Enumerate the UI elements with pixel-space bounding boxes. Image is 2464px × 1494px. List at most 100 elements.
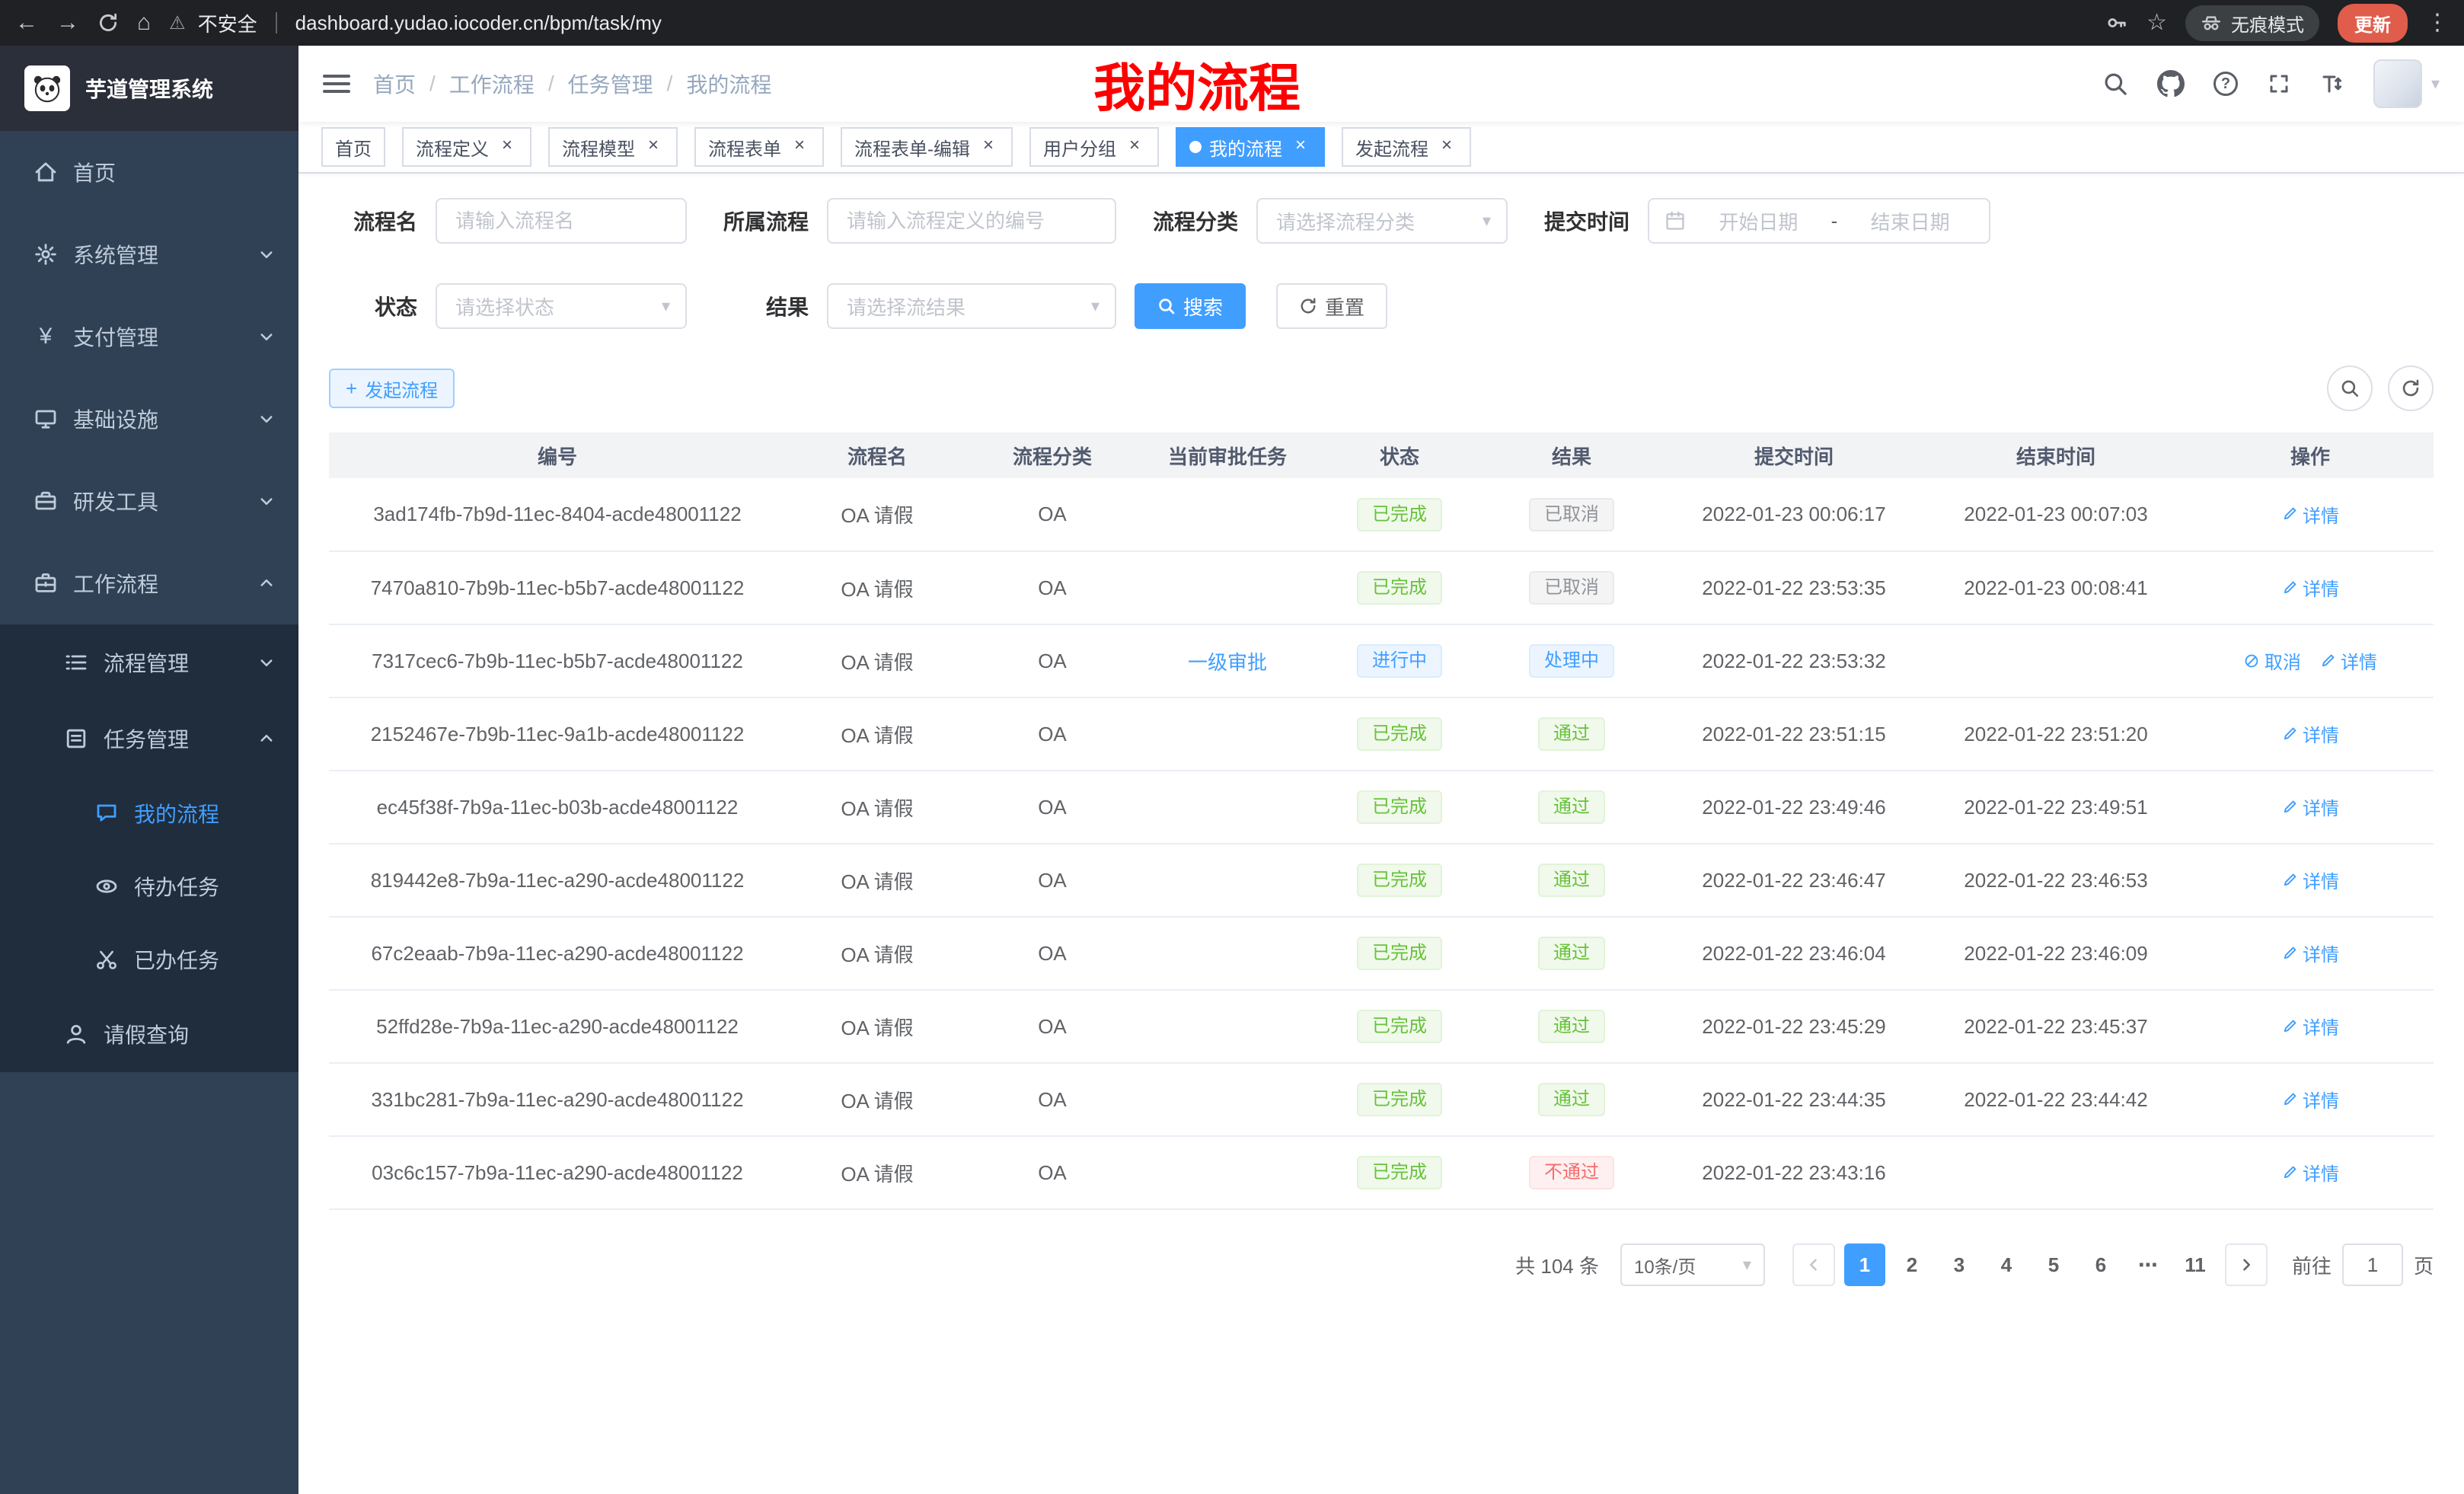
sidebar-item-home[interactable]: 首页 [0,131,298,213]
sidebar-item-label: 流程管理 [104,647,189,678]
page-number[interactable]: 4 [1986,1243,2027,1286]
security-label[interactable]: 不安全 [198,9,257,37]
detail-link[interactable]: 详情 [2281,501,2339,528]
address-bar[interactable]: ⚠ 不安全 dashboard.yudao.iocoder.cn/bpm/tas… [169,9,2087,37]
page-number[interactable]: 5 [2033,1243,2074,1286]
avatar [2373,59,2422,108]
more-pages-icon[interactable]: ⋯ [2127,1243,2169,1286]
user-menu[interactable]: ▾ [2373,59,2440,108]
page-size-select[interactable]: 10条/页 ▾ [1620,1243,1765,1286]
goto-page-input[interactable] [2342,1243,2403,1286]
tab-process-model[interactable]: 流程模型× [548,127,678,167]
detail-link[interactable]: 详情 [2281,867,2339,893]
cell-actions: 详情 [2187,1136,2434,1209]
password-key-icon[interactable] [2105,11,2128,34]
close-icon[interactable]: × [789,136,810,158]
field-label: 结果 [723,291,809,321]
cell-submit-time: 2022-01-22 23:53:35 [1663,551,1925,624]
detail-link[interactable]: 详情 [2281,940,2339,966]
sidebar-item-done-tasks[interactable]: 已办任务 [0,923,298,996]
detail-link[interactable]: 详情 [2319,647,2377,674]
sidebar-item-payment-mgmt[interactable]: ¥ 支付管理 [0,295,298,378]
sidebar-item-my-process[interactable]: 我的流程 [0,777,298,850]
page-number[interactable]: 1 [1844,1243,1885,1286]
sidebar-item-task-mgmt[interactable]: 任务管理 [0,701,298,777]
cell-result: 不通过 [1480,1136,1663,1209]
next-page-button[interactable] [2225,1243,2268,1286]
submit-time-range-picker[interactable]: 开始日期 - 结束日期 [1648,198,1990,244]
tab-process-form-edit[interactable]: 流程表单-编辑× [841,127,1013,167]
sidebar-item-dev-tools[interactable]: 研发工具 [0,460,298,542]
active-dot [1189,141,1202,153]
detail-link[interactable]: 详情 [2281,1086,2339,1113]
sidebar-toggle-icon[interactable] [323,75,350,93]
app-logo[interactable]: 芋道管理系统 [0,46,298,131]
prev-page-button[interactable] [1792,1243,1835,1286]
sidebar-item-leave-query[interactable]: 请假查询 [0,996,298,1072]
cell-result: 处理中 [1480,624,1663,698]
breadcrumb-home[interactable]: 首页 [373,69,416,99]
reload-icon[interactable] [97,12,119,34]
sidebar-item-workflow[interactable]: 工作流程 [0,542,298,624]
breadcrumb-current: 我的流程 [686,69,771,99]
tab-home[interactable]: 首页 [321,127,385,167]
search-button[interactable]: 搜索 [1135,283,1246,329]
refresh-button[interactable] [2388,366,2434,411]
sidebar-item-infrastructure[interactable]: 基础设施 [0,378,298,460]
sidebar-item-todo-tasks[interactable]: 待办任务 [0,850,298,923]
github-icon[interactable] [2157,70,2185,97]
page-number[interactable]: 3 [1939,1243,1980,1286]
result-select[interactable]: 请选择流结果 ▾ [827,283,1116,329]
detail-link[interactable]: 详情 [2281,1013,2339,1039]
font-size-icon[interactable] [2320,72,2344,96]
update-label: 更新 [2354,15,2391,36]
sidebar-item-system-mgmt[interactable]: 系统管理 [0,213,298,295]
tab-process-definition[interactable]: 流程定义× [402,127,531,167]
table-row: 819442e8-7b9a-11ec-a290-acde48001122 OA … [329,844,2434,917]
close-icon[interactable]: × [1436,136,1457,158]
process-def-input[interactable] [827,198,1116,244]
current-task-link[interactable]: 一级审批 [1188,651,1267,674]
detail-link[interactable]: 详情 [2281,720,2339,747]
page-number[interactable]: 6 [2080,1243,2121,1286]
search-icon[interactable] [2102,71,2128,97]
breadcrumb-task-mgmt[interactable]: 任务管理 [568,69,653,99]
page-number[interactable]: 2 [1891,1243,1933,1286]
browser-home-icon[interactable]: ⌂ [137,11,151,34]
close-icon[interactable]: × [496,136,518,158]
tab-process-form[interactable]: 流程表单× [694,127,824,167]
detail-link[interactable]: 详情 [2281,1159,2339,1186]
url-text[interactable]: dashboard.yudao.iocoder.cn/bpm/task/my [295,11,662,35]
fullscreen-icon[interactable] [2267,72,2291,96]
breadcrumb-separator: / [548,72,554,96]
cell-submit-time: 2022-01-22 23:46:04 [1663,917,1925,990]
process-name-input[interactable] [436,198,687,244]
cell-actions: 详情 [2187,551,2434,624]
sidebar-item-process-mgmt[interactable]: 流程管理 [0,624,298,701]
tab-start-process[interactable]: 发起流程× [1342,127,1471,167]
category-select[interactable]: 请选择流程分类 ▾ [1256,198,1508,244]
update-button[interactable]: 更新 [2338,4,2408,43]
page-number[interactable]: 11 [2175,1243,2216,1286]
reset-button[interactable]: 重置 [1276,283,1387,329]
breadcrumb-workflow[interactable]: 工作流程 [449,69,535,99]
cancel-link[interactable]: 取消 [2243,647,2301,674]
create-process-button[interactable]: + 发起流程 [329,369,455,408]
close-icon[interactable]: × [1124,136,1145,158]
close-icon[interactable]: × [1290,136,1311,158]
toggle-search-button[interactable] [2327,366,2373,411]
cell-end-time: 2022-01-22 23:45:37 [1925,990,2187,1063]
help-icon[interactable]: ? [2213,72,2238,96]
status-select[interactable]: 请选择状态 ▾ [436,283,687,329]
close-icon[interactable]: × [978,136,999,158]
detail-link[interactable]: 详情 [2281,574,2339,601]
browser-menu-dots-icon[interactable]: ⋮ [2426,11,2449,34]
back-icon[interactable]: ← [15,11,38,34]
detail-link[interactable]: 详情 [2281,793,2339,820]
tab-user-group[interactable]: 用户分组× [1029,127,1159,167]
tags-view-bar: 首页 流程定义× 流程模型× 流程表单× 流程表单-编辑× 用户分组× 我的流程… [298,122,2464,174]
bookmark-star-icon[interactable]: ☆ [2146,11,2167,34]
close-icon[interactable]: × [643,136,664,158]
forward-icon[interactable]: → [56,11,79,34]
tab-my-process[interactable]: 我的流程× [1176,127,1325,167]
